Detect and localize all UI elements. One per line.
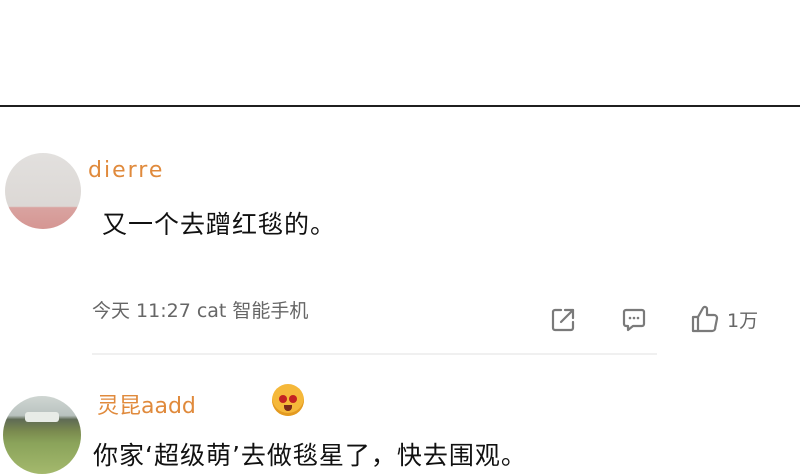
comment-text: 又一个去蹭红毯的。: [102, 210, 337, 239]
username[interactable]: dierre: [88, 158, 164, 183]
like-count: 1万: [727, 309, 759, 332]
top-blank-area: [0, 0, 800, 105]
share-button[interactable]: [549, 306, 577, 334]
avatar[interactable]: [5, 153, 81, 229]
emoji-badge-icon: [272, 384, 304, 416]
comment-separator: [92, 353, 657, 355]
like-button[interactable]: 1万: [689, 303, 758, 335]
avatar[interactable]: [3, 396, 81, 474]
username[interactable]: 灵昆aadd: [97, 388, 196, 420]
thumbs-up-icon: [689, 303, 721, 335]
reply-button[interactable]: [620, 306, 648, 334]
avatar-image-detail: [25, 412, 59, 422]
section-divider: [0, 105, 800, 107]
share-icon: [549, 306, 577, 334]
comment-meta: 今天 11:27 cat 智能手机: [92, 300, 309, 322]
comment-icon: [620, 306, 648, 334]
comment-text: 你家‘超级萌’去做毯星了，快去围观。: [93, 441, 527, 470]
